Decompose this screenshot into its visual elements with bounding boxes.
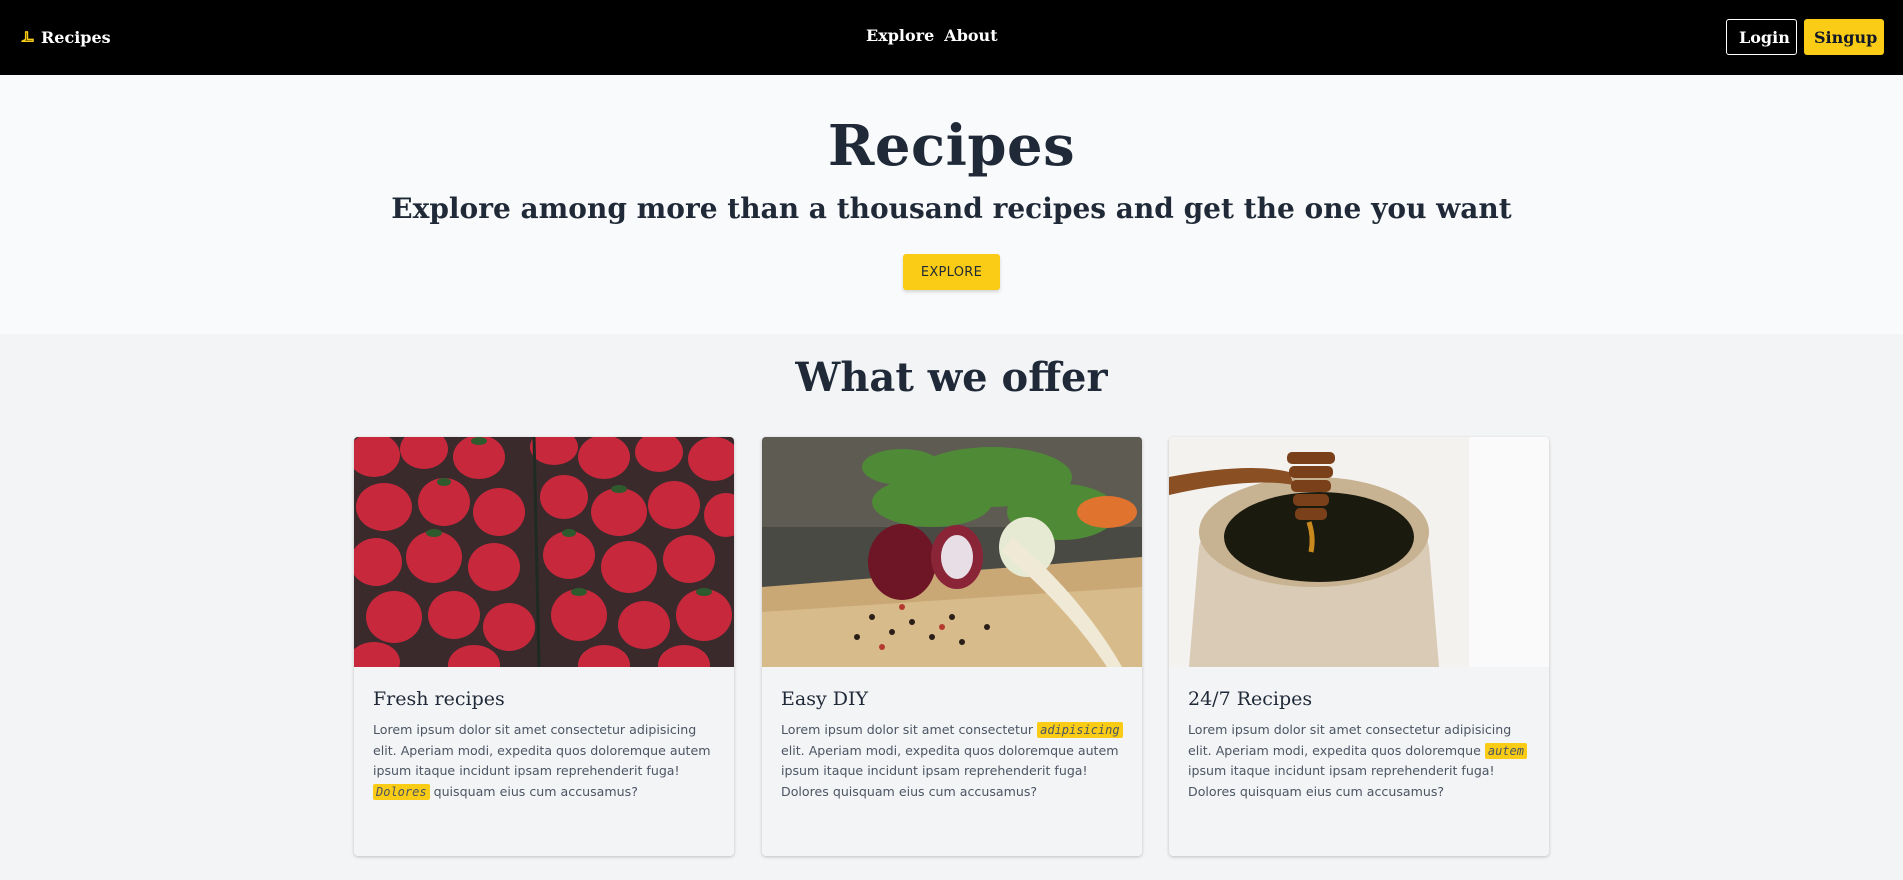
card-text-highlight: autem: [1484, 742, 1527, 759]
auth-buttons: Login Singup: [1726, 19, 1884, 55]
signup-button[interactable]: Singup: [1804, 19, 1884, 55]
top-navbar: Recipes Explore About Login Singup: [0, 0, 1903, 75]
card-text-part: ipsum itaque incidunt ipsam reprehenderi…: [1188, 763, 1495, 799]
card-text-part: Lorem ipsum dolor sit amet consectetur: [781, 722, 1038, 737]
card-title: 24/7 Recipes: [1188, 688, 1313, 710]
card-text-highlight: adipisicing: [1037, 722, 1123, 738]
card-text-part: Lorem ipsum dolor sit amet consectetur a…: [1188, 722, 1512, 758]
chef-hat-icon: [21, 31, 34, 42]
login-button[interactable]: Login: [1726, 19, 1797, 55]
card-text-part: Lorem ipsum dolor sit amet consectetur a…: [373, 722, 711, 778]
card-title: Fresh recipes: [373, 688, 505, 710]
card-text-highlight: Dolores: [373, 783, 430, 800]
hero-subtitle: Explore among more than a thousand recip…: [391, 192, 1512, 225]
card-text: Lorem ipsum dolor sit amet consectetur a…: [1188, 720, 1530, 802]
card-text: Lorem ipsum dolor sit amet consectetur a…: [781, 720, 1123, 802]
honey-jar-image: [1169, 437, 1549, 667]
offer-card-fresh: Fresh recipes Lorem ipsum dolor sit amet…: [354, 437, 734, 856]
explore-button[interactable]: EXPLORE: [903, 254, 1000, 290]
onion-board-image: [762, 437, 1142, 667]
hero-title: Recipes: [827, 113, 1076, 179]
strawberries-image: [354, 437, 734, 667]
nav-links: Explore About: [866, 26, 998, 45]
nav-link-about[interactable]: About: [944, 26, 997, 45]
brand-name: Recipes: [41, 28, 111, 47]
nav-link-explore[interactable]: Explore: [866, 26, 934, 45]
offer-title: What we offer: [795, 354, 1108, 401]
brand-link[interactable]: Recipes: [20, 28, 111, 47]
card-title: Easy DIY: [781, 688, 869, 710]
offer-card-diy: Easy DIY Lorem ipsum dolor sit amet cons…: [762, 437, 1142, 856]
card-text-part: quisquam eius cum accusamus?: [429, 783, 638, 799]
offer-card-247: 24/7 Recipes Lorem ipsum dolor sit amet …: [1169, 437, 1549, 856]
offer-section: What we offer Fresh recipes Lorem ipsum …: [0, 334, 1903, 880]
card-text-part: elit. Aperiam modi, expedita quos dolore…: [781, 742, 1119, 799]
card-text: Lorem ipsum dolor sit amet consectetur a…: [373, 720, 715, 802]
hero-section: Recipes Explore among more than a thousa…: [0, 75, 1903, 334]
